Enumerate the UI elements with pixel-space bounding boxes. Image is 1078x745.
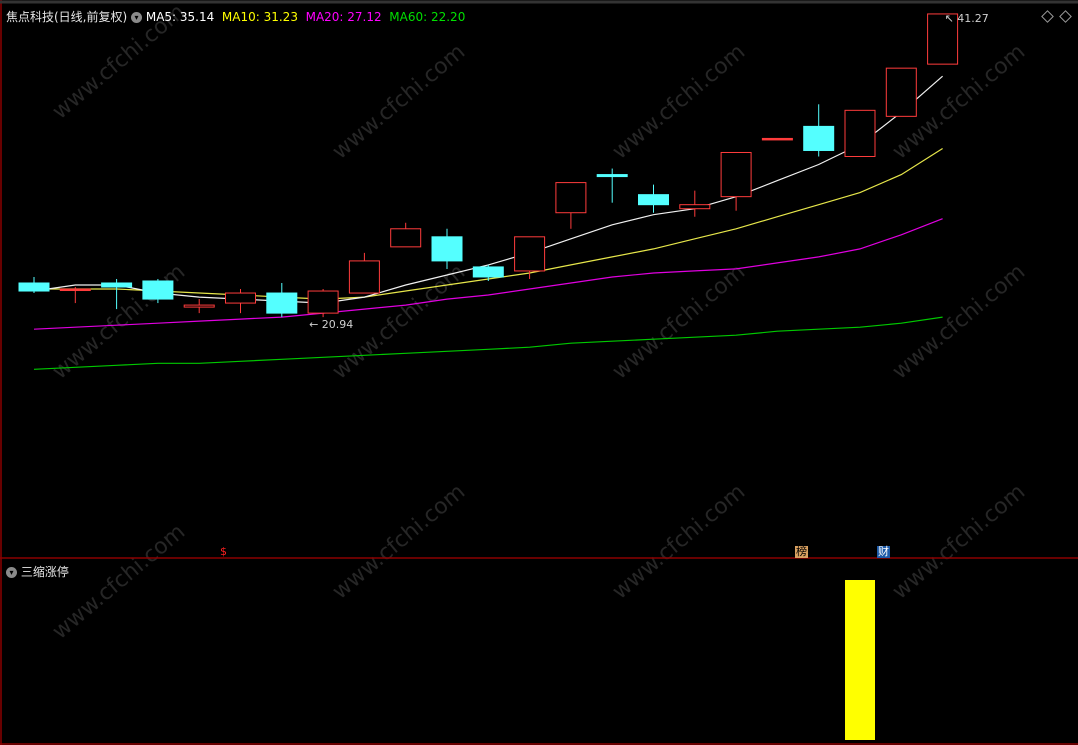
candle	[720, 151, 752, 211]
moving-average-lines	[33, 75, 943, 370]
candle-body	[266, 292, 298, 314]
watermark-text: www.cfchi.com	[48, 259, 190, 384]
watermark-text: www.cfchi.com	[888, 479, 1030, 604]
candle-body	[885, 67, 917, 117]
candle	[638, 184, 669, 213]
candle	[225, 289, 256, 314]
candle-body	[514, 236, 546, 272]
watermark-text: www.cfchi.com	[608, 479, 750, 604]
candle-body	[18, 282, 50, 292]
kline-chart[interactable]: www.cfchi.com www.cfchi.com www.cfchi.com w…	[0, 0, 1078, 745]
chart-header: 焦点科技(日线,前复权) ▾ MA5: 35.14 MA10: 31.23 MA…	[6, 8, 465, 25]
candle-body	[761, 137, 793, 141]
candle-body	[142, 280, 174, 300]
candle	[596, 168, 628, 203]
candle	[142, 278, 174, 304]
candle	[390, 222, 422, 248]
indicator-bars	[845, 580, 875, 740]
ma60-value: MA60: 22.20	[389, 10, 466, 24]
candle-body	[638, 194, 669, 206]
rank-marker[interactable]: 榜	[795, 546, 808, 558]
ma5-value: MA5: 35.14	[145, 10, 215, 24]
candle	[266, 282, 298, 318]
candle-body	[720, 151, 752, 198]
stock-title: 焦点科技(日线,前复权)	[6, 10, 128, 24]
ma10-value: MA10: 31.23	[221, 10, 298, 24]
candle	[514, 236, 546, 279]
ma20-value: MA20: 27.12	[305, 10, 382, 24]
candle	[183, 299, 215, 314]
candle	[59, 287, 91, 304]
candle	[431, 228, 463, 269]
indicator-bar	[845, 580, 875, 740]
candle	[18, 276, 50, 294]
candle-body	[803, 125, 835, 151]
candle-body	[679, 204, 711, 210]
candle	[885, 67, 917, 117]
candle-body	[431, 236, 463, 262]
indicator-title: 三缩涨停	[20, 565, 69, 579]
candle-body	[555, 182, 587, 214]
candle-body	[472, 266, 504, 278]
indicator-header: ▾ 三缩涨停	[6, 563, 69, 580]
candle-body	[596, 174, 628, 178]
candle	[679, 190, 711, 217]
candle-body	[307, 290, 339, 314]
high-price-label: ↖ 41.27	[945, 12, 989, 25]
finance-marker[interactable]: 财	[877, 546, 890, 558]
candle-body	[390, 228, 422, 248]
candle-body	[183, 304, 215, 308]
watermark-text: www.cfchi.com	[608, 259, 750, 384]
candle	[348, 252, 380, 294]
watermark-text: www.cfchi.com	[328, 479, 470, 604]
chevron-down-icon[interactable]: ▾	[6, 567, 17, 578]
candle-body	[844, 109, 876, 158]
candle	[803, 104, 835, 157]
watermark-text: www.cfchi.com	[608, 39, 750, 164]
candle-body	[225, 292, 256, 304]
watermark-text: www.cfchi.com	[328, 39, 470, 164]
candle-body	[59, 288, 91, 292]
candle-body	[101, 282, 133, 288]
watermark-text: www.cfchi.com	[48, 519, 190, 644]
candle	[761, 137, 793, 141]
candle-body	[348, 260, 380, 294]
candle	[555, 182, 587, 229]
dividend-marker[interactable]: $	[219, 546, 228, 558]
ma60-line	[33, 316, 943, 370]
candle	[472, 264, 504, 281]
chevron-down-icon[interactable]: ▾	[131, 12, 143, 23]
low-price-label: ← 20.94	[309, 318, 353, 331]
candle	[844, 109, 876, 158]
candle	[307, 289, 339, 318]
